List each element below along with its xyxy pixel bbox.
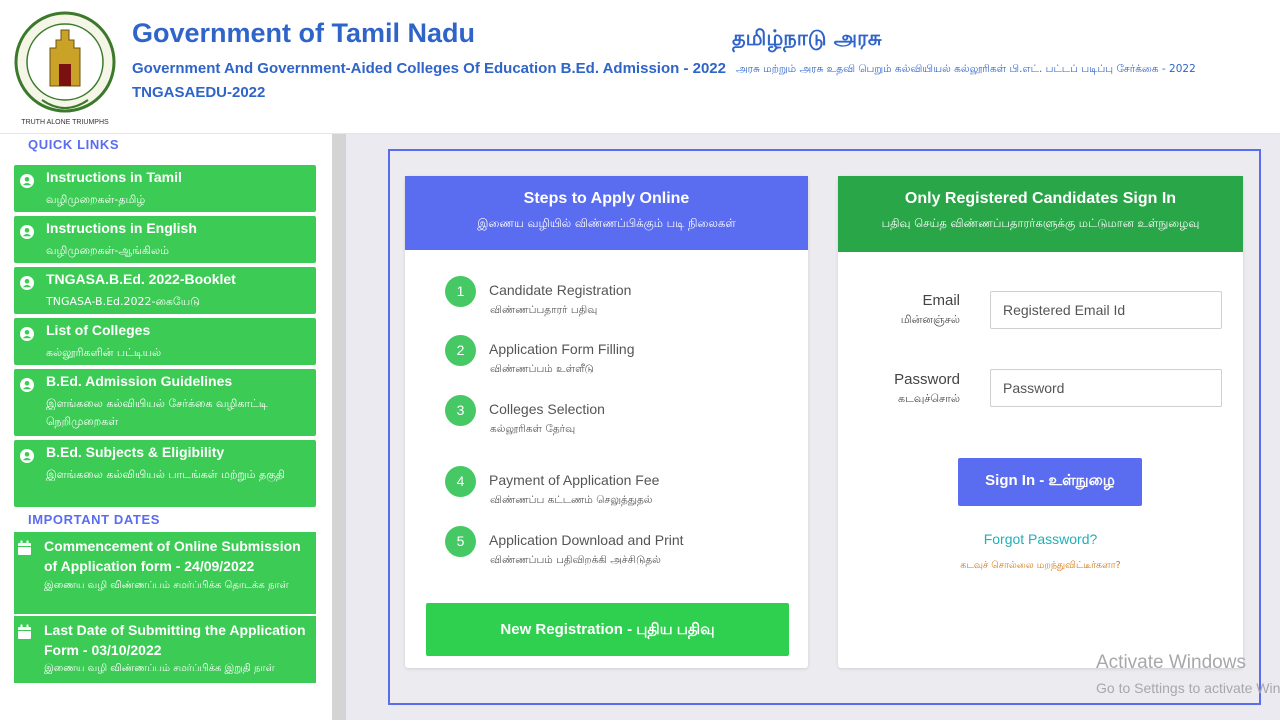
quick-link-label-tamil: கல்லூரிகளின் பட்டியல்	[46, 346, 162, 359]
header-subtitle-tamil: அரசு மற்றும் அரசு உதவி பெறும் கல்வியியல்…	[736, 63, 1196, 75]
calendar-icon	[18, 540, 31, 555]
quick-link-label-tamil: TNGASA-B.Ed.2022-கையேடு	[46, 295, 200, 308]
email-field[interactable]	[990, 291, 1222, 329]
step-number: 1	[445, 276, 476, 307]
step-number: 3	[445, 395, 476, 426]
user-circle-icon	[20, 174, 34, 188]
steps-title-tamil: இணைய வழியில் விண்ணப்பிக்கும் படி நிலைகள்	[477, 216, 736, 230]
forgot-password-link[interactable]: Forgot Password?	[838, 531, 1243, 547]
steps-card: Steps to Apply Online இணைய வழியில் விண்ண…	[405, 176, 808, 668]
user-circle-icon	[20, 276, 34, 290]
signin-card: Only Registered Candidates Sign In பதிவு…	[838, 176, 1243, 668]
step-label: Candidate Registration	[489, 282, 632, 298]
quick-link-instructions-english[interactable]: Instructions in English வழிமுறைகள்-ஆங்கி…	[14, 216, 316, 263]
quick-link-list-of-colleges[interactable]: List of Colleges கல்லூரிகளின் பட்டியல்	[14, 318, 316, 365]
step-label-tamil: கல்லூரிகள் தேர்வு	[490, 423, 576, 435]
password-label-group: Password கடவுச்சொல்	[858, 371, 960, 407]
step-label: Colleges Selection	[489, 401, 605, 417]
step-label-tamil: விண்ணப்பதாரர் பதிவு	[490, 304, 598, 316]
activate-windows-hint: Go to Settings to activate Windows.	[1096, 680, 1280, 696]
user-circle-icon	[20, 378, 34, 392]
quick-link-subjects-eligibility[interactable]: B.Ed. Subjects & Eligibility இளங்கலை கல்…	[14, 440, 316, 507]
date-label: Commencement of Online Submission of App…	[44, 538, 301, 574]
step-label: Payment of Application Fee	[489, 472, 660, 488]
quick-link-label: Instructions in English	[46, 220, 197, 236]
quick-link-label: Instructions in Tamil	[46, 169, 182, 185]
email-label: Email	[922, 292, 960, 309]
date-label-tamil: இணைய வழி விண்ணப்பம் சமர்ப்பிக்க தொடக்க ந…	[44, 580, 289, 591]
quick-link-label-tamil: இளங்கலை கல்வியியல் பாடங்கள் மற்றும் தகுத…	[46, 468, 285, 481]
quick-link-label: B.Ed. Admission Guidelines	[46, 373, 233, 389]
signin-title: Only Registered Candidates Sign In	[904, 190, 1177, 207]
step-label: Application Form Filling	[489, 341, 635, 357]
step-label-tamil: விண்ணப்பம் பதிவிறக்கி அச்சிடுதல்	[490, 554, 661, 566]
step-number: 2	[445, 335, 476, 366]
date-label: Last Date of Submitting the Application …	[44, 622, 306, 658]
quick-link-booklet[interactable]: TNGASA.B.Ed. 2022-Booklet TNGASA-B.Ed.20…	[14, 267, 316, 314]
important-dates-title: IMPORTANT DATES	[28, 512, 161, 527]
step-label-tamil: விண்ணப்ப கட்டணம் செலுத்துதல்	[490, 494, 653, 506]
step-item: 2 Application Form Filling விண்ணப்பம் உள…	[445, 335, 785, 381]
signin-title-tamil: பதிவு செய்த விண்ணப்பதாரர்களுக்கு மட்டுமா…	[881, 216, 1200, 230]
date-commencement[interactable]: Commencement of Online Submission of App…	[14, 532, 316, 614]
email-label-group: Email மின்னஞ்சல்	[858, 292, 960, 328]
step-item: 1 Candidate Registration விண்ணப்பதாரர் ப…	[445, 276, 785, 322]
password-field[interactable]	[990, 369, 1222, 407]
quick-link-label: TNGASA.B.Ed. 2022-Booklet	[46, 271, 236, 287]
password-label-tamil: கடவுச்சொல்	[898, 392, 960, 405]
step-label-tamil: விண்ணப்பம் உள்ளீடு	[490, 363, 594, 375]
svg-text:TRUTH ALONE TRIUMPHS: TRUTH ALONE TRIUMPHS	[21, 119, 109, 126]
user-circle-icon	[20, 225, 34, 239]
quick-links-title: QUICK LINKS	[28, 137, 120, 152]
header-subtitle: Government And Government-Aided Colleges…	[132, 60, 726, 77]
sign-in-button[interactable]: Sign In - உள்நுழை	[958, 458, 1142, 506]
step-number: 5	[445, 526, 476, 557]
tamil-nadu-emblem-icon: TRUTH ALONE TRIUMPHS	[14, 11, 116, 126]
quick-link-label-tamil: வழிமுறைகள்-தமிழ்	[46, 193, 146, 206]
new-registration-button[interactable]: New Registration - புதிய பதிவு	[426, 603, 789, 656]
quick-link-label-tamil: இளங்கலை கல்வியியல் சேர்க்கை வழிகாட்டி நெ…	[46, 397, 268, 428]
quick-link-label-tamil: வழிமுறைகள்-ஆங்கிலம்	[46, 244, 169, 257]
quick-link-admission-guidelines[interactable]: B.Ed. Admission Guidelines இளங்கலை கல்வி…	[14, 369, 316, 436]
date-last-submission[interactable]: Last Date of Submitting the Application …	[14, 616, 316, 683]
page-header: TRUTH ALONE TRIUMPHS Government of Tamil…	[0, 0, 1280, 134]
quick-link-label: B.Ed. Subjects & Eligibility	[46, 444, 225, 460]
activate-windows-watermark: Activate Windows	[1096, 652, 1246, 673]
header-title-tamil: தமிழ்நாடு அரசு	[732, 26, 882, 50]
step-label: Application Download and Print	[489, 532, 684, 548]
quick-link-instructions-tamil[interactable]: Instructions in Tamil வழிமுறைகள்-தமிழ்	[14, 165, 316, 212]
password-label: Password	[894, 371, 960, 388]
step-item: 3 Colleges Selection கல்லூரிகள் தேர்வு	[445, 395, 785, 441]
sidebar-scrollbar[interactable]	[332, 134, 346, 720]
step-number: 4	[445, 466, 476, 497]
step-item: 5 Application Download and Print விண்ணப்…	[445, 526, 785, 572]
user-circle-icon	[20, 327, 34, 341]
steps-card-header: Steps to Apply Online இணைய வழியில் விண்ண…	[405, 176, 808, 250]
date-label-tamil: இணைய வழி விண்ணப்பம் சமர்ப்பிக்க இறுதி நா…	[44, 663, 275, 674]
calendar-icon	[18, 624, 31, 639]
step-item: 4 Payment of Application Fee விண்ணப்ப கட…	[445, 466, 785, 512]
header-code: TNGASAEDU-2022	[132, 84, 266, 101]
steps-title: Steps to Apply Online	[523, 190, 690, 207]
signin-card-header: Only Registered Candidates Sign In பதிவு…	[838, 176, 1243, 252]
header-title: Government of Tamil Nadu	[132, 18, 476, 48]
email-label-tamil: மின்னஞ்சல்	[900, 313, 960, 326]
user-circle-icon	[20, 449, 34, 463]
quick-link-label: List of Colleges	[46, 322, 151, 338]
forgot-password-link-tamil[interactable]: கடவுச் சொல்லை மறந்துவிட்டீர்களா?	[838, 560, 1243, 572]
